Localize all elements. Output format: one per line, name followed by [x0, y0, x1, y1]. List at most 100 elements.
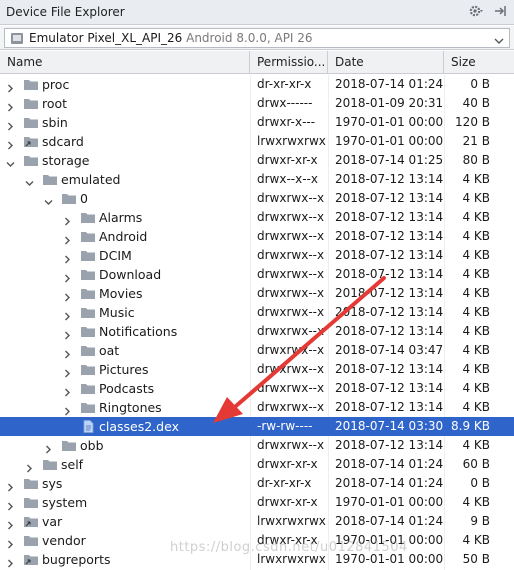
collapsed-arrow-icon[interactable]	[6, 536, 15, 549]
collapsed-arrow-icon[interactable]	[63, 270, 72, 283]
row-name: storage	[42, 153, 90, 168]
table-row[interactable]: proc dr-xr-xr-x 2018-07-14 01:24 0 B	[0, 75, 514, 94]
row-name: sbin	[42, 115, 68, 130]
table-row-selected[interactable]: classes2.dex -rw-rw---- 2018-07-14 03:30 8.…	[0, 417, 514, 436]
chevron-down-icon[interactable]	[494, 34, 504, 44]
row-permissions: drwxrwx--x	[257, 324, 325, 338]
row-date: 2018-07-12 13:14	[335, 305, 444, 319]
device-icon	[10, 32, 24, 45]
table-row[interactable]: emulated drwx--x--x 2018-07-12 13:14 4 KB	[0, 170, 514, 189]
device-bar: Emulator Pixel_XL_API_26 Android 8.0.0, …	[0, 26, 514, 50]
folder-icon	[23, 534, 39, 547]
row-permissions: drwxrwx--x	[257, 210, 325, 224]
folder-icon	[80, 363, 96, 376]
table-row[interactable]: system drwxr-xr-x 1970-01-01 00:00 4 KB	[0, 493, 514, 512]
row-size: 4 KB	[462, 229, 490, 243]
hide-panel-icon[interactable]	[492, 3, 508, 19]
collapsed-arrow-icon[interactable]	[63, 308, 72, 321]
folder-icon	[80, 230, 96, 243]
table-row[interactable]: storage drwxr-xr-x 2018-07-14 01:25 80 B	[0, 151, 514, 170]
table-row[interactable]: Music drwxrwx--x 2018-07-12 13:14 4 KB	[0, 303, 514, 322]
collapsed-arrow-icon[interactable]	[63, 365, 72, 378]
collapsed-arrow-icon[interactable]	[63, 289, 72, 302]
column-header-date[interactable]: Date	[328, 51, 444, 74]
table-row[interactable]: Notifications drwxrwx--x 2018-07-12 13:14 4…	[0, 322, 514, 341]
table-row[interactable]: Ringtones drwxrwx--x 2018-07-12 13:14 4 KB	[0, 398, 514, 417]
table-row[interactable]: Podcasts drwxrwx--x 2018-07-12 13:14 4 KB	[0, 379, 514, 398]
table-row[interactable]: DCIM drwxrwx--x 2018-07-12 13:14 4 KB	[0, 246, 514, 265]
row-size: 21 B	[462, 134, 490, 148]
table-row[interactable]: Android drwxrwx--x 2018-07-12 13:14 4 KB	[0, 227, 514, 246]
row-name: Notifications	[99, 324, 178, 339]
table-row[interactable]: Pictures drwxrwx--x 2018-07-12 13:14 4 KB	[0, 360, 514, 379]
collapsed-arrow-icon[interactable]	[63, 384, 72, 397]
collapsed-arrow-icon[interactable]	[44, 441, 53, 454]
collapsed-arrow-icon[interactable]	[63, 232, 72, 245]
device-selector[interactable]: Emulator Pixel_XL_API_26 Android 8.0.0, …	[4, 28, 510, 48]
table-row[interactable]: root drwx------ 2018-01-09 20:31 40 B	[0, 94, 514, 113]
table-row[interactable]: var lrwxrwxrwx 2018-07-14 01:24 9 B	[0, 512, 514, 531]
folder-icon	[80, 344, 96, 357]
row-permissions: drwx--x--x	[257, 172, 318, 186]
collapsed-arrow-icon[interactable]	[63, 403, 72, 416]
row-name: sdcard	[42, 134, 84, 149]
row-date: 2018-07-12 13:14	[335, 229, 444, 243]
table-row[interactable]: Download drwxrwx--x 2018-07-12 13:14 4 KB	[0, 265, 514, 284]
row-name: vendor	[42, 533, 86, 548]
row-name: emulated	[61, 172, 121, 187]
row-name: root	[42, 96, 68, 111]
folder-icon	[23, 78, 39, 91]
column-header-name[interactable]: Name	[0, 51, 250, 74]
folder-icon	[80, 382, 96, 395]
table-row[interactable]: self drwxr-xr-x 2018-07-14 01:24 60 B	[0, 455, 514, 474]
row-date: 2018-07-14 03:47	[335, 343, 444, 357]
row-name: var	[42, 514, 63, 529]
row-size: 0 B	[470, 476, 490, 490]
row-date: 2018-07-12 13:14	[335, 210, 444, 224]
table-row[interactable]: oat drwxrwx--x 2018-07-14 03:47 4 KB	[0, 341, 514, 360]
row-size: 4 KB	[462, 267, 490, 281]
row-date: 2018-07-12 13:14	[335, 172, 444, 186]
row-date: 2018-07-14 01:24	[335, 514, 444, 528]
row-permissions: drwxrwx--x	[257, 248, 325, 262]
collapsed-arrow-icon[interactable]	[6, 80, 15, 93]
table-row[interactable]: Alarms drwxrwx--x 2018-07-12 13:14 4 KB	[0, 208, 514, 227]
column-header-permissions[interactable]: Permissio...	[250, 51, 328, 74]
column-header-size[interactable]: Size	[444, 51, 514, 74]
table-row[interactable]: obb drwxrwx--x 2018-07-12 13:14 4 KB	[0, 436, 514, 455]
collapsed-arrow-icon[interactable]	[6, 555, 15, 568]
row-date: 2018-07-12 13:14	[335, 400, 444, 414]
row-name: Movies	[99, 286, 143, 301]
table-row[interactable]: sys dr-xr-xr-x 2018-07-14 01:24 0 B	[0, 474, 514, 493]
collapsed-arrow-icon[interactable]	[63, 327, 72, 340]
row-permissions: drwx------	[257, 96, 313, 110]
collapsed-arrow-icon[interactable]	[6, 479, 15, 492]
row-permissions: drwxrwx--x	[257, 305, 325, 319]
collapsed-arrow-icon[interactable]	[6, 99, 15, 112]
collapsed-arrow-icon[interactable]	[6, 498, 15, 511]
table-row[interactable]: 0 drwxrwx--x 2018-07-12 13:14 4 KB	[0, 189, 514, 208]
collapsed-arrow-icon[interactable]	[63, 251, 72, 264]
gear-icon[interactable]	[468, 3, 484, 19]
expanded-arrow-icon[interactable]	[6, 156, 15, 167]
row-size: 4 KB	[462, 172, 490, 186]
row-date: 1970-01-01 00:00	[335, 495, 444, 509]
table-row[interactable]: sdcard lrwxrwxrwx 1970-01-01 00:00 21 B	[0, 132, 514, 151]
collapsed-arrow-icon[interactable]	[6, 137, 15, 150]
folder-icon	[42, 173, 58, 186]
collapsed-arrow-icon[interactable]	[63, 213, 72, 226]
expanded-arrow-icon[interactable]	[44, 194, 53, 205]
row-size: 4 KB	[462, 305, 490, 319]
table-row[interactable]: sbin drwxr-x--- 1970-01-01 00:00 120 B	[0, 113, 514, 132]
expanded-arrow-icon[interactable]	[25, 175, 34, 186]
folder-icon	[80, 306, 96, 319]
row-date: 2018-01-09 20:31	[335, 96, 444, 110]
collapsed-arrow-icon[interactable]	[6, 517, 15, 530]
row-date: 2018-07-14 01:24	[335, 476, 444, 490]
collapsed-arrow-icon[interactable]	[25, 460, 34, 473]
collapsed-arrow-icon[interactable]	[63, 346, 72, 359]
folder-icon	[80, 268, 96, 281]
table-row[interactable]: Movies drwxrwx--x 2018-07-12 13:14 4 KB	[0, 284, 514, 303]
row-date: 2018-07-12 13:14	[335, 381, 444, 395]
collapsed-arrow-icon[interactable]	[6, 118, 15, 131]
